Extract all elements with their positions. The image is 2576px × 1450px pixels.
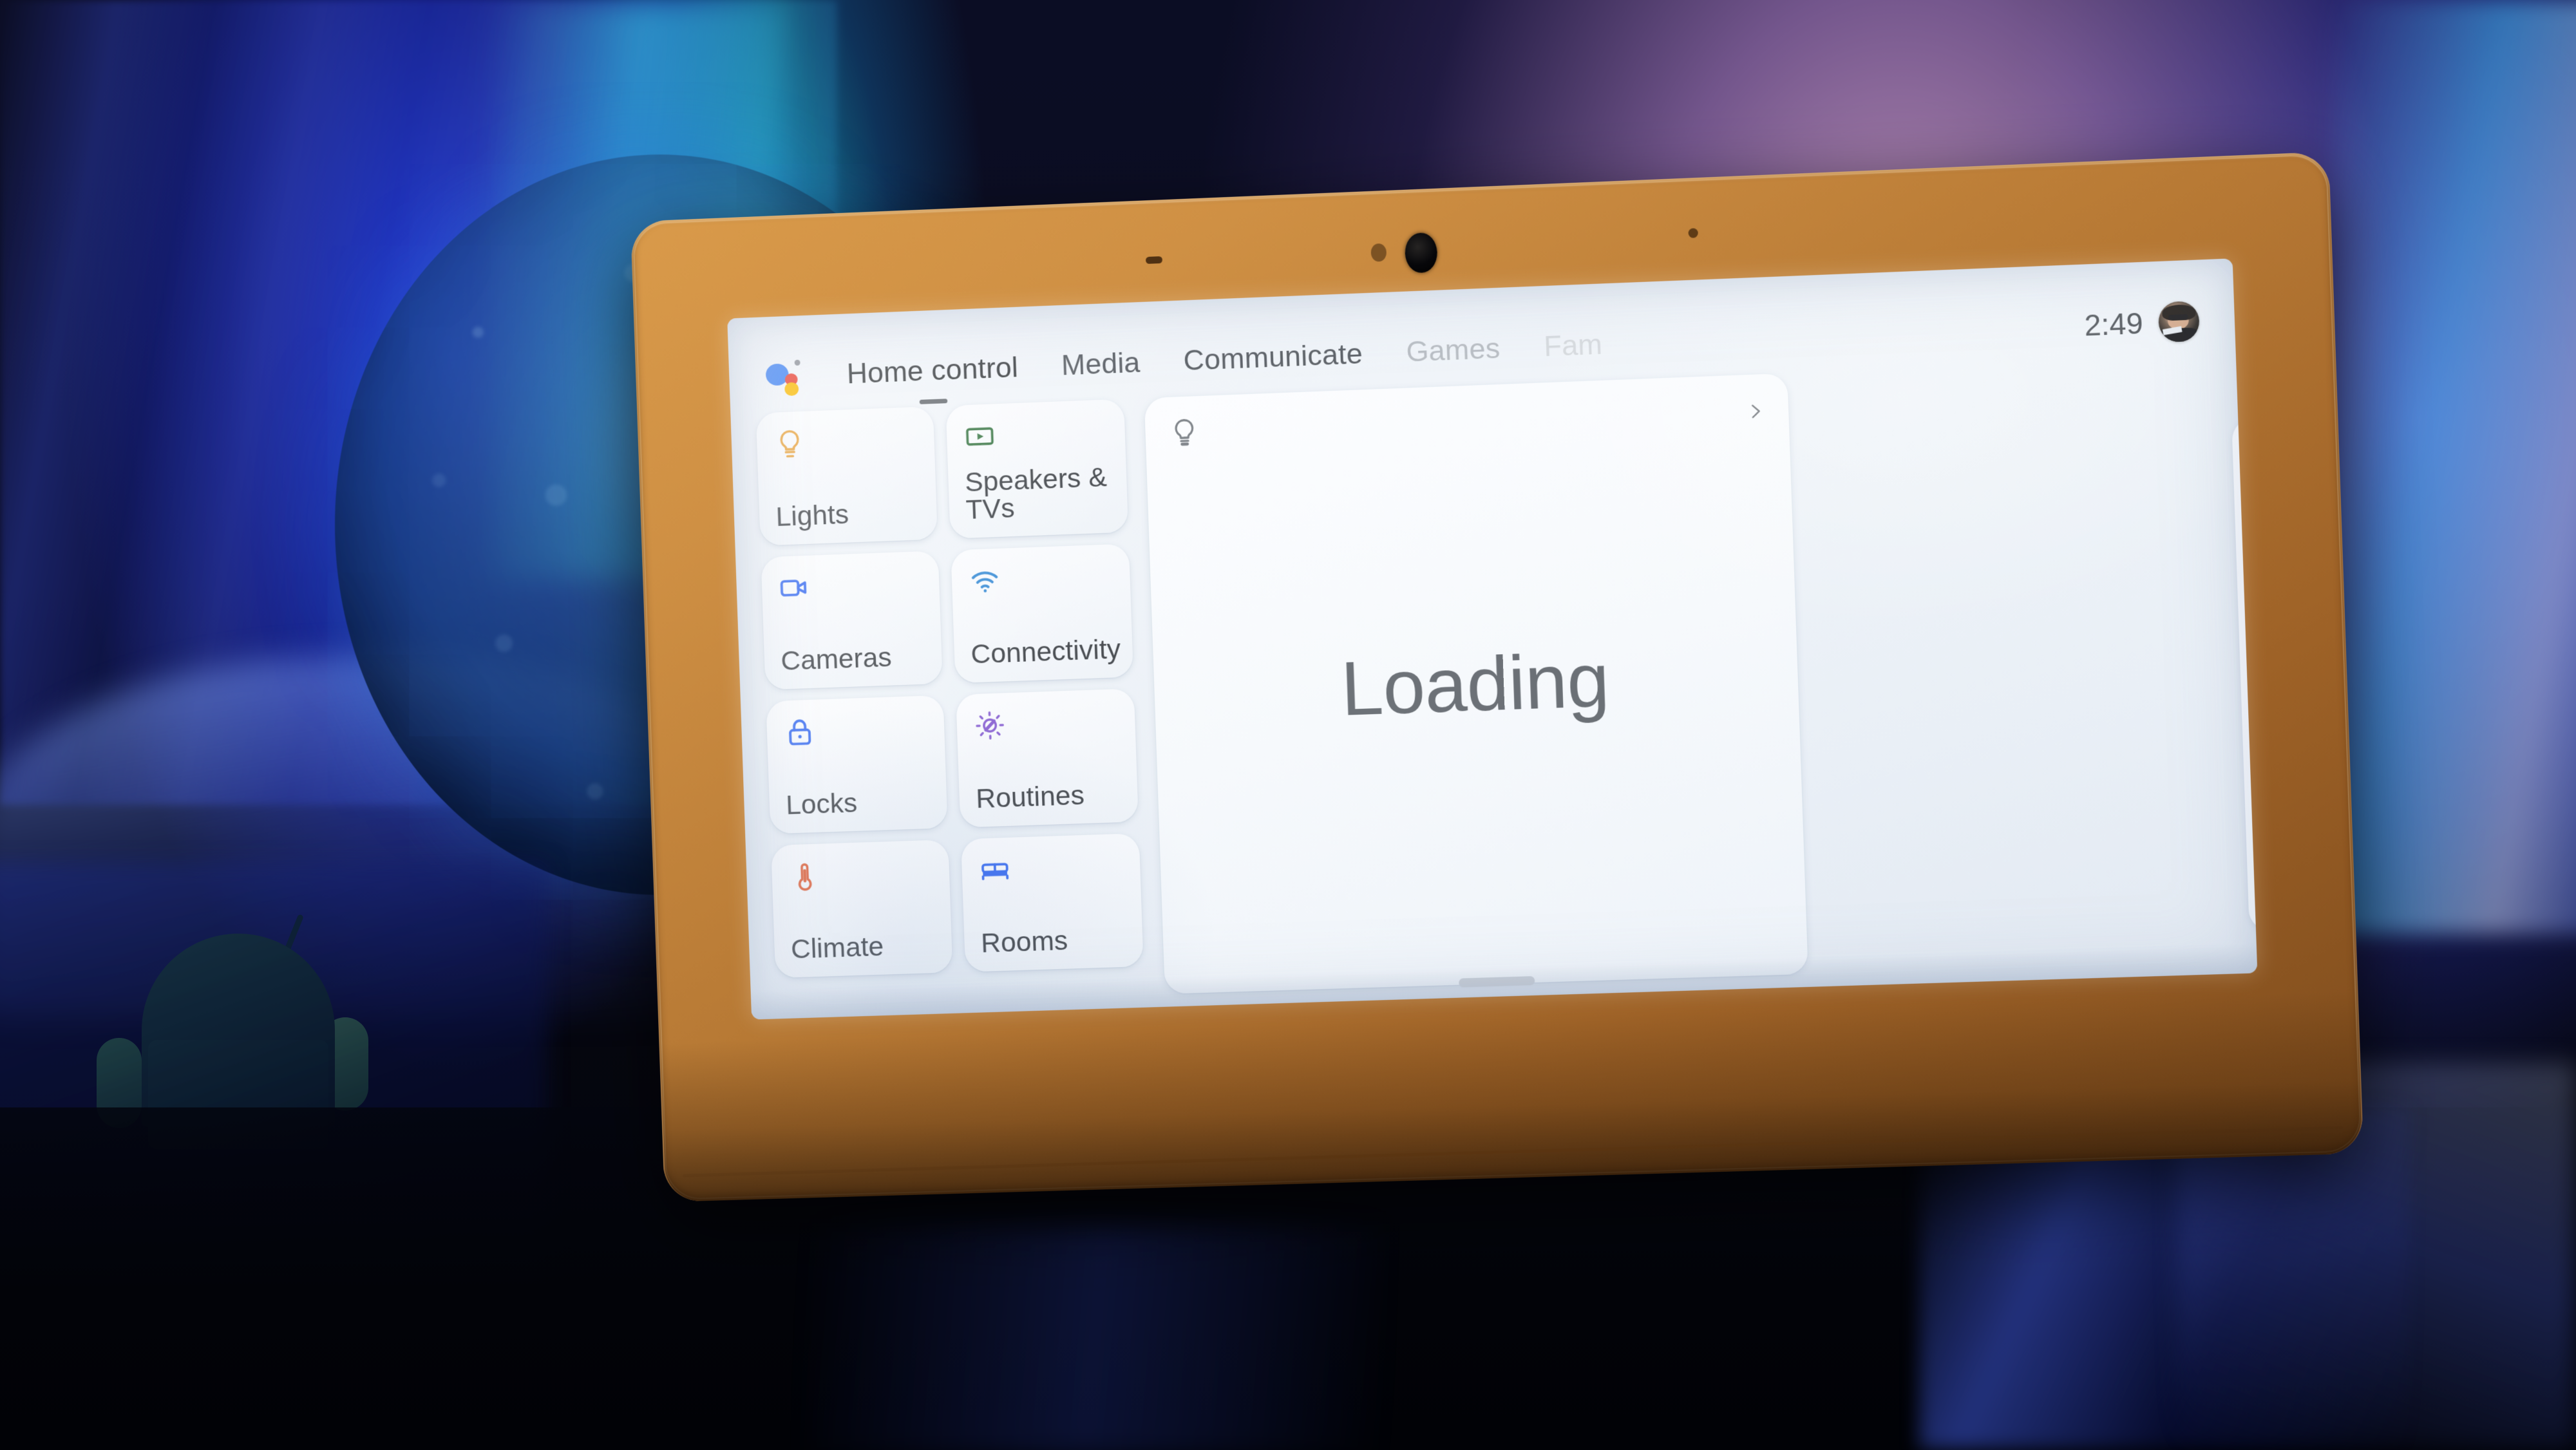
tab-family[interactable]: Fam bbox=[1521, 325, 1625, 365]
tile-label: Connectivity bbox=[971, 636, 1117, 669]
device-screen: Home control Media Communicate Games Fam… bbox=[727, 258, 2257, 1019]
tile-label: Cameras bbox=[781, 643, 926, 675]
blanket-fold-center bbox=[805, 1223, 1385, 1450]
tab-communicate[interactable]: Communicate bbox=[1161, 335, 1385, 379]
chevron-right-icon[interactable] bbox=[1744, 392, 1767, 430]
tile-rooms[interactable]: Rooms bbox=[961, 833, 1144, 972]
detail-panel-area: Loading bbox=[1144, 356, 2257, 989]
tile-climate[interactable]: Climate bbox=[771, 840, 952, 978]
play-box-icon bbox=[963, 419, 997, 454]
thermometer-icon bbox=[788, 859, 822, 893]
home-control-content: Lights Cameras Locks Climate Speakers & … bbox=[730, 351, 2257, 1002]
tile-label: Climate bbox=[790, 932, 936, 964]
assistant-yellow-dot bbox=[784, 382, 799, 396]
tile-locks[interactable]: Locks bbox=[766, 695, 947, 834]
status-clock: 2:49 bbox=[2084, 306, 2144, 343]
tile-speakers-tvs[interactable]: Speakers & TVs bbox=[945, 399, 1128, 539]
tab-media[interactable]: Media bbox=[1039, 344, 1162, 384]
tab-home-control[interactable]: Home control bbox=[825, 348, 1041, 393]
brightness-icon bbox=[973, 708, 1007, 742]
home-indicator-pill[interactable] bbox=[1459, 976, 1535, 988]
bed-icon bbox=[978, 853, 1012, 887]
avatar-sunglasses bbox=[2168, 314, 2188, 320]
detail-panel-header bbox=[1166, 392, 1767, 453]
lightbulb-outline-icon bbox=[1166, 414, 1202, 453]
assistant-grey-dot bbox=[795, 360, 800, 366]
padlock-icon bbox=[783, 715, 817, 749]
avatar[interactable] bbox=[2158, 301, 2200, 343]
tile-connectivity[interactable]: Connectivity bbox=[951, 543, 1133, 683]
wifi-icon bbox=[968, 564, 1002, 599]
curtain-right bbox=[2331, 0, 2576, 934]
video-camera-icon bbox=[778, 570, 812, 605]
loading-status-text: Loading bbox=[1153, 630, 1799, 740]
lightbulb-icon bbox=[773, 426, 807, 460]
google-assistant-logo[interactable] bbox=[765, 359, 803, 394]
smart-display-device: Home control Media Communicate Games Fam… bbox=[630, 151, 2363, 1201]
tile-label: Lights bbox=[775, 498, 921, 531]
tile-label: Locks bbox=[786, 787, 931, 819]
microphone-hole-left bbox=[1146, 256, 1162, 264]
lights-detail-panel[interactable]: Loading bbox=[1144, 373, 1808, 994]
tab-games[interactable]: Games bbox=[1384, 330, 1523, 371]
tile-routines[interactable]: Routines bbox=[956, 688, 1139, 827]
tile-label: Speakers & TVs bbox=[965, 464, 1112, 524]
tile-label: Rooms bbox=[981, 925, 1127, 957]
tile-column-1: Lights Cameras Locks Climate bbox=[756, 406, 954, 1001]
tile-cameras[interactable]: Cameras bbox=[761, 551, 942, 690]
home-control-ui: Home control Media Communicate Games Fam… bbox=[727, 258, 2257, 1019]
tile-label: Routines bbox=[976, 780, 1122, 813]
tile-lights[interactable]: Lights bbox=[756, 406, 938, 546]
tile-column-2: Speakers & TVs Connectivity Routines Roo… bbox=[945, 399, 1144, 995]
